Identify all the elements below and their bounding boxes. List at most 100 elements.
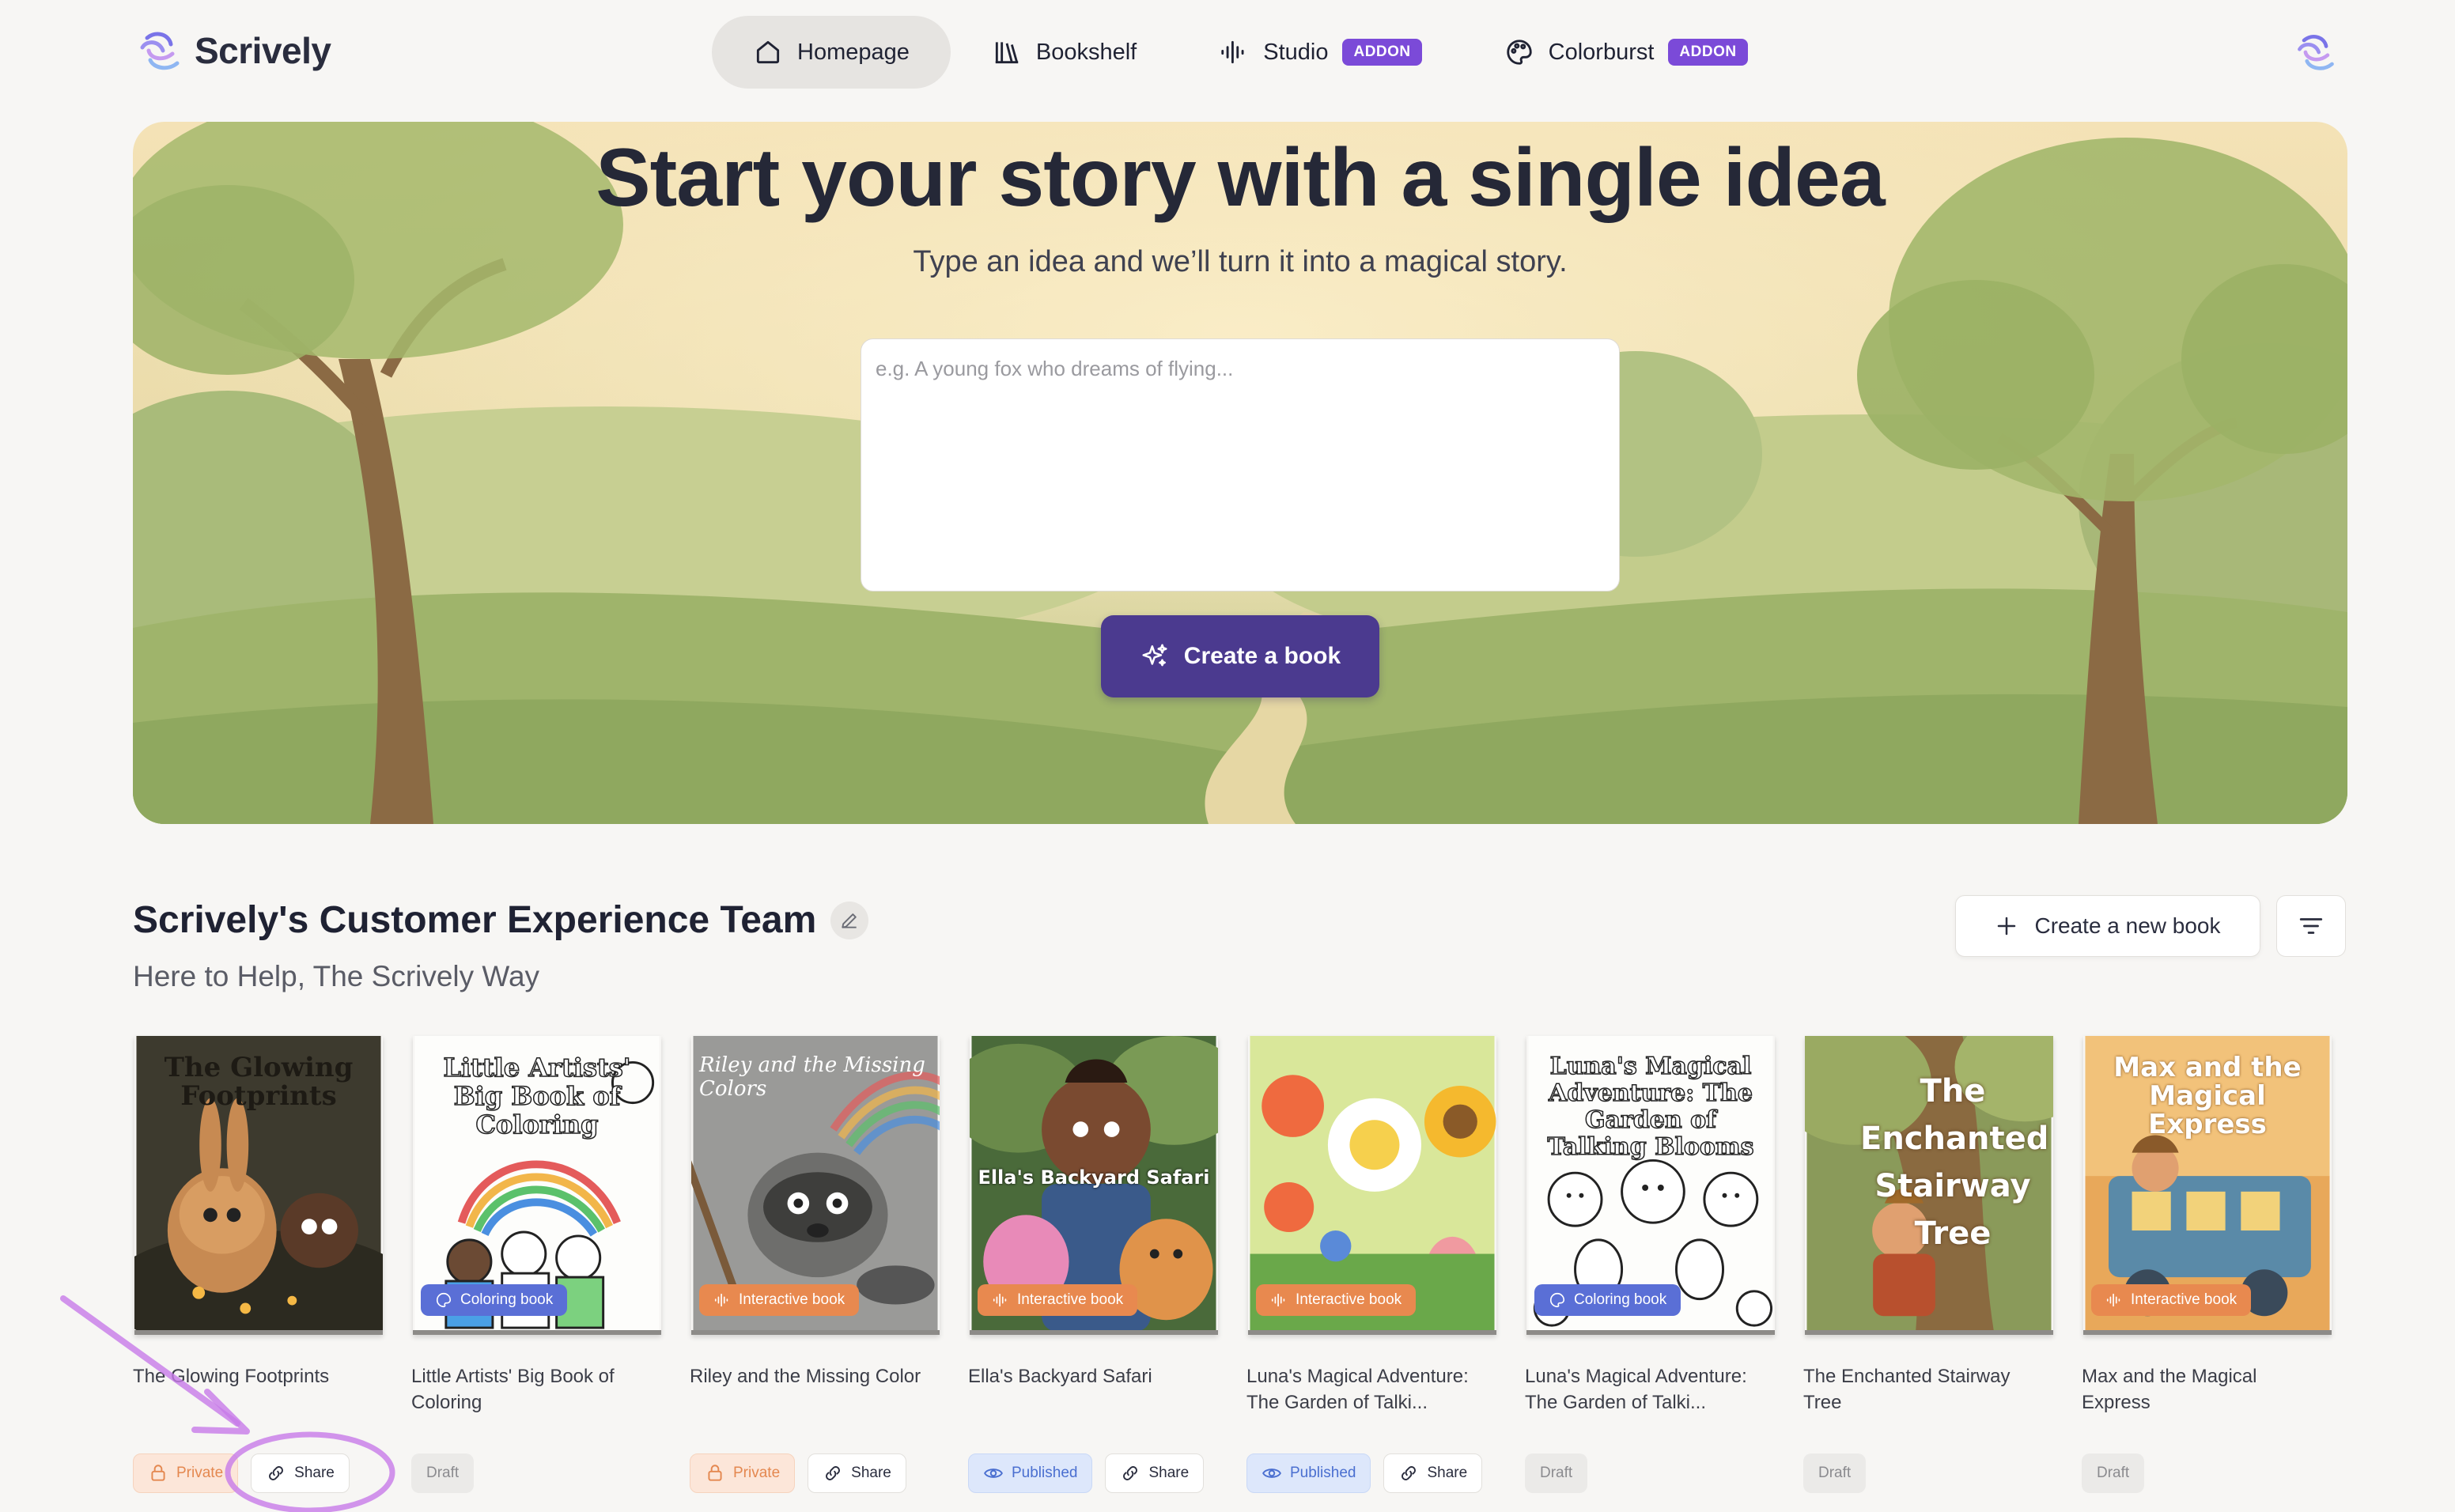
create-new-book-label: Create a new book bbox=[2034, 913, 2221, 938]
book-title[interactable]: Luna's Magical Adventure: The Garden of … bbox=[1246, 1363, 1484, 1416]
book-cover[interactable]: Riley and the Missing Colors Interactive… bbox=[691, 1036, 940, 1335]
create-new-book-button[interactable]: Create a new book bbox=[1955, 895, 2260, 957]
book-cover[interactable]: Interactive book bbox=[1248, 1036, 1496, 1335]
type-tag-coloring: Coloring book bbox=[421, 1284, 568, 1316]
filter-button[interactable] bbox=[2276, 895, 2346, 957]
eye-icon bbox=[1262, 1469, 1281, 1478]
nav-homepage[interactable]: Homepage bbox=[712, 16, 951, 89]
book-title[interactable]: The Enchanted Stairway Tree bbox=[1803, 1363, 2041, 1416]
story-idea-input[interactable] bbox=[861, 338, 1620, 592]
addon-badge: ADDON bbox=[1342, 39, 1422, 66]
book-cover[interactable]: Luna's Magical Adventure: The Garden of … bbox=[1526, 1036, 1775, 1335]
book-cover[interactable]: Little Artists' Big Book of Coloring Col… bbox=[413, 1036, 661, 1335]
share-label: Share bbox=[1427, 1465, 1468, 1481]
link-icon bbox=[1123, 1466, 1138, 1480]
status-badge-draft[interactable]: Draft bbox=[1803, 1453, 1867, 1493]
book-card[interactable]: Max and the Magical Express Interactive … bbox=[2082, 1036, 2333, 1512]
share-label: Share bbox=[294, 1465, 335, 1481]
audio-wave-icon bbox=[993, 1293, 1007, 1307]
share-label: Share bbox=[1148, 1465, 1190, 1481]
status-label: Draft bbox=[1818, 1465, 1852, 1481]
status-badge-private[interactable]: Private bbox=[690, 1453, 796, 1493]
status-label: Draft bbox=[1540, 1465, 1573, 1481]
nav-bookshelf[interactable]: Bookshelf bbox=[951, 16, 1178, 89]
audio-wave-icon bbox=[2106, 1293, 2120, 1307]
book-card[interactable]: Luna's Magical Adventure: The Garden of … bbox=[1525, 1036, 1776, 1512]
nav-homepage-label: Homepage bbox=[797, 39, 910, 65]
home-icon bbox=[756, 40, 780, 64]
book-card[interactable]: Ella's Backyard Safari Interactive book … bbox=[968, 1036, 1220, 1512]
book-title[interactable]: Luna's Magical Adventure: The Garden of … bbox=[1525, 1363, 1762, 1416]
team-subtitle: Here to Help, The Scrively Way bbox=[133, 960, 540, 992]
cover-title: The Glowing Footprints bbox=[164, 1052, 354, 1112]
type-label: Interactive book bbox=[1017, 1291, 1124, 1308]
type-tag-interactive: Interactive book bbox=[699, 1284, 860, 1316]
share-button[interactable]: Share bbox=[251, 1453, 350, 1493]
share-button[interactable]: Share bbox=[1105, 1453, 1205, 1493]
status-label: Private bbox=[176, 1465, 224, 1481]
eye-icon bbox=[984, 1469, 1003, 1478]
link-icon bbox=[269, 1466, 284, 1480]
link-icon bbox=[1402, 1466, 1417, 1480]
share-label: Share bbox=[851, 1465, 891, 1481]
link-icon bbox=[826, 1466, 841, 1480]
lock-icon bbox=[708, 1465, 722, 1481]
book-cover[interactable]: Max and the Magical Express Interactive … bbox=[2083, 1036, 2332, 1335]
status-label: Private bbox=[733, 1465, 781, 1481]
lock-icon bbox=[151, 1465, 165, 1481]
book-title[interactable]: Riley and the Missing Color bbox=[690, 1363, 927, 1389]
status-badge-draft[interactable]: Draft bbox=[2082, 1453, 2145, 1493]
cover-title: Little Artists' Big Book of Coloring bbox=[443, 1053, 632, 1140]
cover-title: Luna's Magical Adventure: The Garden of … bbox=[1547, 1053, 1755, 1162]
status-badge-private[interactable]: Private bbox=[133, 1453, 239, 1493]
status-badge-published[interactable]: Published bbox=[968, 1453, 1093, 1493]
book-title[interactable]: Little Artists' Big Book of Coloring bbox=[411, 1363, 649, 1416]
palette-icon bbox=[437, 1292, 452, 1308]
edit-title-button[interactable] bbox=[830, 901, 869, 939]
plus-icon bbox=[1998, 917, 2016, 936]
status-badge-draft[interactable]: Draft bbox=[1525, 1453, 1588, 1493]
nav-colorburst[interactable]: Colorburst ADDON bbox=[1463, 16, 1789, 89]
type-label: Interactive book bbox=[1296, 1291, 1402, 1308]
status-badge-published[interactable]: Published bbox=[1246, 1453, 1371, 1493]
status-label: Draft bbox=[2097, 1465, 2130, 1481]
book-title[interactable]: Max and the Magical Express bbox=[2082, 1363, 2319, 1416]
book-card[interactable]: The Enchanted Stairway Tree The Enchante… bbox=[1803, 1036, 2055, 1512]
book-cover[interactable]: Ella's Backyard Safari Interactive book bbox=[970, 1036, 1218, 1335]
nav-bookshelf-label: Bookshelf bbox=[1035, 39, 1137, 65]
share-button[interactable]: Share bbox=[808, 1453, 906, 1493]
nav-studio[interactable]: Studio ADDON bbox=[1178, 16, 1462, 89]
scrively-logo-icon bbox=[140, 32, 180, 70]
type-tag-interactive: Interactive book bbox=[2091, 1284, 2252, 1316]
nav-studio-label: Studio bbox=[1263, 39, 1329, 65]
palette-icon bbox=[1507, 40, 1532, 65]
top-nav: Scrively Homepage Bookshelf Studio ADDON bbox=[0, 0, 2455, 119]
book-card[interactable]: Little Artists' Big Book of Coloring Col… bbox=[411, 1036, 663, 1512]
book-title[interactable]: Ella's Backyard Safari bbox=[968, 1363, 1205, 1389]
type-label: Coloring book bbox=[1574, 1291, 1667, 1308]
book-title[interactable]: The Glowing Footprints bbox=[133, 1363, 370, 1389]
type-label: Coloring book bbox=[460, 1291, 554, 1308]
create-book-label: Create a book bbox=[1183, 643, 1341, 669]
addon-badge: ADDON bbox=[1668, 39, 1748, 66]
cover-title: Riley and the Missing Colors bbox=[699, 1053, 925, 1101]
palette-icon bbox=[1550, 1292, 1565, 1308]
status-badge-draft[interactable]: Draft bbox=[411, 1453, 475, 1493]
book-cover[interactable]: The Enchanted Stairway Tree bbox=[1805, 1036, 2053, 1335]
share-button[interactable]: Share bbox=[1383, 1453, 1483, 1493]
book-card[interactable]: Interactive book Luna's Magical Adventur… bbox=[1246, 1036, 1498, 1512]
account-logo-icon[interactable] bbox=[2294, 30, 2338, 74]
status-label: Published bbox=[1290, 1465, 1356, 1481]
book-card[interactable]: Riley and the Missing Colors Interactive… bbox=[690, 1036, 941, 1512]
audio-wave-icon bbox=[714, 1293, 728, 1307]
book-card[interactable]: The Glowing Footprints The Glowing Footp… bbox=[133, 1036, 384, 1512]
hero-title: Start your story with a single idea bbox=[596, 132, 1885, 224]
app-logo[interactable]: Scrively bbox=[136, 27, 331, 74]
type-label: Interactive book bbox=[739, 1291, 845, 1308]
cover-title: Max and the Magical Express bbox=[2113, 1052, 2302, 1140]
book-cover[interactable]: The Glowing Footprints bbox=[134, 1036, 383, 1335]
status-label: Draft bbox=[426, 1465, 460, 1481]
create-book-button[interactable]: Create a book bbox=[1101, 615, 1379, 697]
type-tag-interactive: Interactive book bbox=[978, 1284, 1138, 1316]
type-label: Interactive book bbox=[2131, 1291, 2237, 1308]
